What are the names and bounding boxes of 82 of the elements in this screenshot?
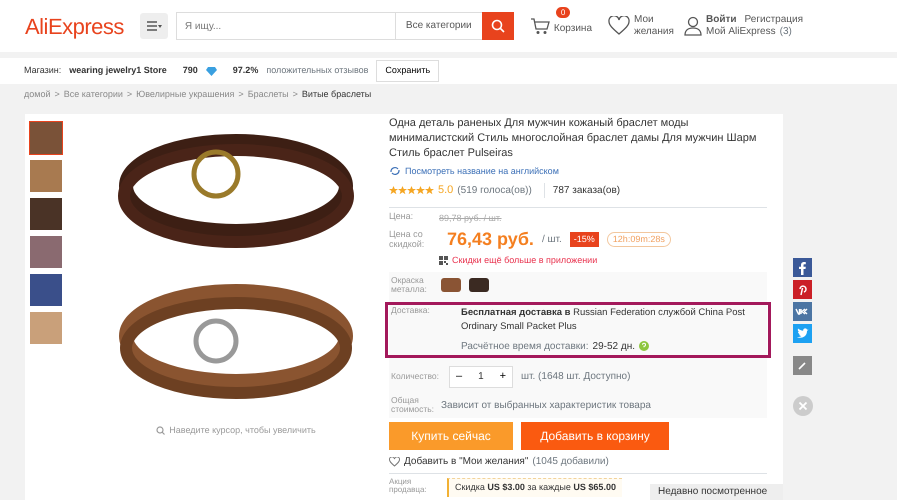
increase-button[interactable]: +	[494, 368, 512, 385]
zoom-hint: Наведите курсор, чтобы увеличить	[169, 424, 316, 437]
search-field[interactable]: Я ищу... Все категории	[176, 12, 514, 40]
wishlist-count: (1045 добавили)	[532, 455, 609, 470]
breadcrumb-separator: >	[238, 88, 244, 102]
total-label: Общая стоимость:	[391, 396, 436, 414]
app-discount-link[interactable]: Скидки ещё больше в приложении	[452, 254, 598, 268]
delivery-time-label: Расчётное время доставки:	[461, 340, 589, 354]
heart-icon	[608, 16, 630, 36]
thumbnail-photo[interactable]	[30, 198, 62, 230]
discount-badge: -15%	[570, 232, 599, 248]
breadcrumb-separator: >	[54, 88, 60, 102]
votes-dropdown[interactable]: (519 голоса(ов))	[457, 182, 532, 198]
user-icon	[684, 16, 702, 36]
edit-icon[interactable]	[793, 356, 812, 375]
breadcrumb-separator: >	[126, 88, 132, 102]
thumbnail-photo[interactable]	[30, 122, 62, 154]
original-price: 89,78 руб. / шт.	[439, 212, 502, 225]
recently-viewed-tab[interactable]: Недавно посмотренное	[650, 484, 783, 500]
sale-price: 76,43 руб.	[447, 228, 534, 252]
decrease-button[interactable]: –	[450, 368, 468, 385]
price-label: Цена:	[389, 212, 414, 223]
feedback-dropdown[interactable]: положительных отзывов	[266, 64, 368, 78]
shipping-info: Бесплатная доставка в Russian Federation службой China Post Ordinary Small Packet Plus	[461, 306, 746, 334]
promo-dropdown[interactable]: Скидка US $3.00 за каждые US $65.00	[447, 478, 622, 497]
help-icon	[639, 341, 650, 352]
facebook-icon[interactable]	[793, 258, 812, 277]
save-button[interactable]: Сохранить	[376, 60, 440, 82]
my-aliexpress-link[interactable]: Мой AliExpress	[706, 26, 776, 38]
twitter-icon[interactable]	[793, 324, 812, 343]
star-icon	[407, 186, 416, 195]
store-score: 790	[182, 64, 198, 78]
store-rating: 97.2%	[232, 64, 258, 78]
vk-icon[interactable]	[793, 302, 812, 321]
quantity-label: Количество:	[391, 372, 440, 382]
color-label: Окраска металла:	[391, 276, 428, 294]
login-link[interactable]: Войти	[706, 14, 737, 26]
logo[interactable]: AliExpress	[25, 10, 124, 42]
search-icon	[490, 19, 505, 33]
shipping-label: Доставка:	[391, 306, 431, 318]
menu-button[interactable]	[140, 13, 168, 39]
store-name[interactable]: wearing jewelry1 Store	[69, 64, 167, 78]
magnifier-icon	[156, 426, 166, 436]
thumbnail-photo[interactable]	[30, 274, 62, 306]
product-title: Одна деталь раненых Для мужчин кожаный браслет моды минималистский Стиль многослойная браслет дамы Для мужчин Шарм Стиль браслет Pulseiras	[389, 116, 758, 161]
promo-label: Акция продавца:	[389, 478, 428, 494]
star-icon	[389, 186, 398, 195]
orders-count: 787 заказа(ов)	[544, 182, 620, 198]
register-link[interactable]: Регистрация	[744, 14, 804, 26]
star-icon	[398, 186, 407, 195]
diamond-icon	[206, 66, 217, 76]
price-unit: / шт.	[542, 233, 562, 248]
qr-code-icon	[439, 256, 448, 266]
store-label: Магазин:	[24, 64, 62, 78]
wishlist-link[interactable]: Мои желания	[634, 14, 672, 38]
cart-count: 0	[556, 7, 570, 18]
breadcrumb-separator: >	[292, 88, 298, 102]
stock-info: шт. (1648 шт. Доступно)	[521, 370, 630, 384]
color-swatch[interactable]	[469, 278, 489, 292]
rating-value: 5.0	[438, 183, 454, 198]
heart-icon	[389, 456, 400, 467]
cart-icon	[530, 17, 550, 35]
translate-link[interactable]: Посмотреть название на английском	[405, 164, 559, 178]
thumbnail-photo[interactable]	[30, 236, 62, 268]
search-button[interactable]	[482, 12, 514, 40]
menu-icon	[146, 21, 162, 31]
thumbnail-photo[interactable]	[30, 312, 62, 344]
delivery-time: 29-52 дн.	[592, 340, 636, 354]
total-info: Зависит от выбранных характеристик товара	[441, 398, 651, 413]
color-swatch[interactable]	[441, 278, 461, 292]
thumbnail-photo[interactable]	[30, 160, 62, 192]
star-icon	[425, 186, 434, 195]
breadcrumb-link[interactable]: Витые браслеты	[302, 88, 372, 102]
translate-icon	[389, 166, 401, 176]
message-count: (3)	[780, 26, 792, 38]
cart-link[interactable]: Корзина	[554, 23, 592, 35]
countdown-timer: 12h:09m:28s	[606, 232, 671, 248]
star-icon	[416, 186, 425, 195]
wishlist-link[interactable]: Добавить в "Мои желания"	[404, 454, 528, 470]
quantity-value: 1	[478, 370, 484, 384]
pinterest-icon[interactable]	[793, 280, 812, 299]
discount-price-label: Цена со скидкой:	[389, 230, 426, 250]
